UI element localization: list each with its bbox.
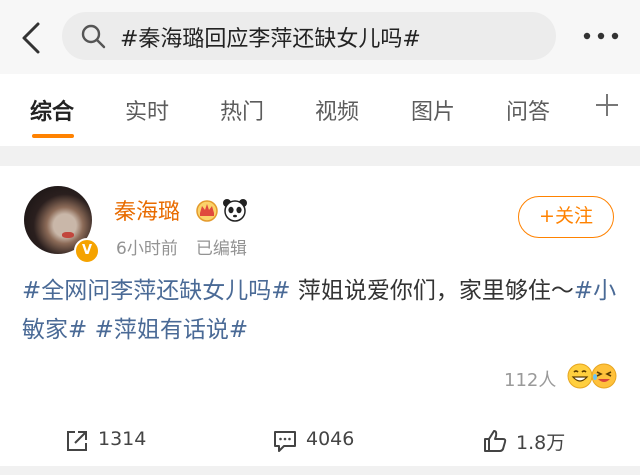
share-count: 1314 — [98, 428, 147, 450]
post-content: #全网问李萍还缺女儿吗# 萍姐说爱你们，家里够住～#小敏家# #萍姐有话说# — [22, 272, 622, 350]
share-button[interactable]: 1314 — [64, 426, 164, 456]
search-bar[interactable]: #秦海璐回应李萍还缺女儿吗# — [62, 12, 556, 60]
like-button[interactable]: 1.8万 — [482, 426, 592, 456]
crown-badge-icon — [196, 200, 218, 222]
search-icon — [81, 24, 106, 49]
tab-hot[interactable]: 热门 — [220, 94, 264, 126]
panda-icon — [223, 199, 247, 222]
comment-count: 4046 — [306, 428, 355, 450]
tab-video[interactable]: 视频 — [315, 94, 359, 126]
avatar-lips — [62, 232, 74, 238]
reaction-count[interactable]: 112人 — [504, 366, 556, 392]
comment-icon — [274, 431, 296, 452]
search-query[interactable]: #秦海璐回应李萍还缺女儿吗# — [120, 21, 421, 53]
post-meta: 6小时前 已编辑 — [116, 234, 265, 259]
edited-label: 已编辑 — [195, 239, 247, 259]
tab-comprehensive[interactable]: 综合 — [30, 94, 74, 126]
hashtag-link[interactable]: #全网问李萍还缺女儿吗# — [22, 278, 291, 304]
username[interactable]: 秦海璐 — [114, 194, 180, 226]
comment-button[interactable]: 4046 — [272, 426, 382, 456]
tab-images[interactable]: 图片 — [411, 94, 455, 126]
thumbs-up-icon — [484, 430, 507, 452]
verified-badge: V — [74, 238, 100, 264]
bottom-divider — [0, 466, 640, 475]
post-text: 萍姐说爱你们，家里够住～ — [290, 278, 574, 304]
plus-icon[interactable] — [594, 92, 620, 118]
tab-qa[interactable]: 问答 — [506, 94, 550, 126]
back-arrow-icon[interactable] — [14, 18, 48, 58]
section-divider — [0, 146, 640, 166]
laugh-emoji-icon — [591, 363, 617, 389]
action-bar: 1314 4046 1.8万 — [0, 418, 640, 462]
like-count: 1.8万 — [516, 432, 566, 454]
more-dots-icon[interactable] — [578, 18, 624, 54]
post-time: 6小时前 — [116, 239, 178, 259]
follow-button[interactable]: +关注 — [518, 196, 614, 238]
active-tab-indicator — [32, 134, 74, 138]
share-icon — [67, 431, 87, 451]
hashtag-link[interactable]: #萍姐有话说# — [87, 317, 249, 343]
top-bar: #秦海璐回应李萍还缺女儿吗# — [0, 0, 640, 74]
tab-bar: 综合 实时 热门 视频 图片 问答 — [0, 74, 640, 144]
tab-realtime[interactable]: 实时 — [125, 94, 169, 126]
